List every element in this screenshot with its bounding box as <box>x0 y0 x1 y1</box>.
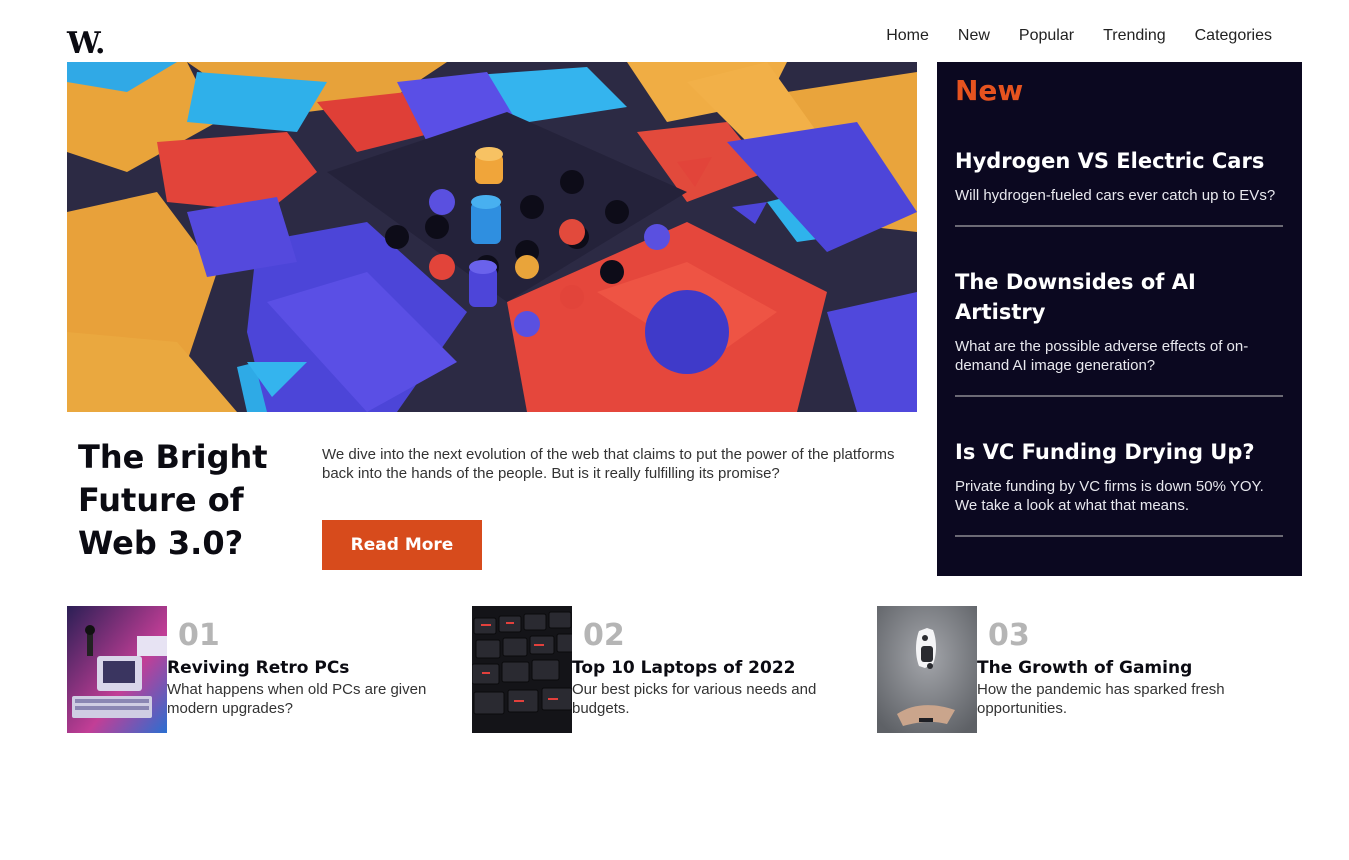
sidebar-heading: New <box>955 74 1024 107</box>
read-more-button[interactable]: Read More <box>322 520 482 570</box>
nav-new[interactable]: New <box>958 27 990 45</box>
nav-categories[interactable]: Categories <box>1195 27 1272 45</box>
card-title[interactable]: Top 10 Laptops of 2022 <box>572 658 795 678</box>
retro-pc-illustration <box>67 606 167 733</box>
keyboard-thumbnail[interactable] <box>472 606 572 733</box>
hero-image <box>67 62 917 412</box>
card-description: How the pandemic has sparked fresh oppor… <box>977 681 1225 717</box>
hero-description: We dive into the next evolution of the w… <box>322 446 895 482</box>
card-number: 03 <box>988 618 1030 653</box>
keyboard-illustration <box>472 606 572 733</box>
card-title[interactable]: The Growth of Gaming <box>977 658 1192 678</box>
article-card[interactable]: 02 Top 10 Laptops of 2022 Our best picks… <box>472 606 867 733</box>
nav-popular[interactable]: Popular <box>1019 27 1074 45</box>
card-description: Our best picks for various needs and bud… <box>572 681 817 717</box>
sidebar-article[interactable]: The Downsides of AI Artistry What are th… <box>955 267 1283 397</box>
article-card[interactable]: 03 The Growth of Gaming How the pandemic… <box>877 606 1272 733</box>
card-description: What happens when old PCs are given mode… <box>167 681 427 717</box>
sidebar-article-description: Will hydrogen-fueled cars ever catch up … <box>955 187 1276 204</box>
site-logo[interactable]: W. <box>67 26 105 61</box>
sidebar-article-description: Private funding by VC firms is down 50% … <box>955 478 1264 514</box>
sidebar-article[interactable]: Hydrogen VS Electric Cars Will hydrogen-… <box>955 146 1283 227</box>
new-articles-sidebar: New Hydrogen VS Electric Cars Will hydro… <box>937 62 1302 576</box>
sidebar-article[interactable]: Is VC Funding Drying Up? Private funding… <box>955 437 1283 537</box>
card-number: 02 <box>583 618 625 653</box>
nav-trending[interactable]: Trending <box>1103 27 1166 45</box>
article-card[interactable]: 01 Reviving Retro PCs What happens when … <box>67 606 462 733</box>
sidebar-article-title[interactable]: Is VC Funding Drying Up? <box>955 437 1283 467</box>
retro-pc-thumbnail[interactable] <box>67 606 167 733</box>
sidebar-article-title[interactable]: The Downsides of AI Artistry <box>955 267 1283 327</box>
nav-home[interactable]: Home <box>886 27 929 45</box>
sidebar-article-title[interactable]: Hydrogen VS Electric Cars <box>955 146 1283 176</box>
card-number: 01 <box>178 618 220 653</box>
main-nav: Home New Popular Trending Categories <box>886 27 1272 45</box>
card-title[interactable]: Reviving Retro PCs <box>167 658 349 678</box>
game-controller-thumbnail[interactable] <box>877 606 977 733</box>
sidebar-article-description: What are the possible adverse effects of… <box>955 338 1249 374</box>
hero-title: The Bright Future of Web 3.0? <box>78 438 268 562</box>
game-controller-illustration <box>877 606 977 733</box>
hero-illustration <box>67 62 917 412</box>
